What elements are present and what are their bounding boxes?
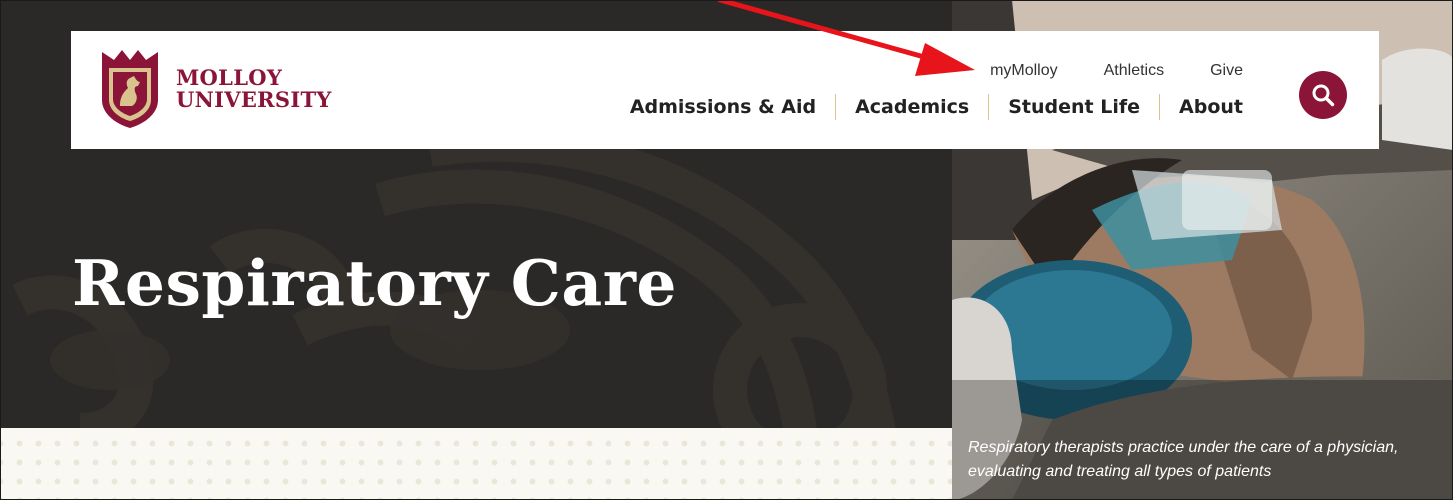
nav-item-admissions-aid[interactable]: Admissions & Aid <box>611 94 835 120</box>
utility-link-athletics[interactable]: Athletics <box>1104 62 1164 80</box>
utility-link-mymolloy[interactable]: myMolloy <box>990 62 1058 80</box>
university-shield-icon <box>102 50 158 128</box>
nav-item-academics[interactable]: Academics <box>835 94 988 120</box>
university-logo-link[interactable]: MOLLOY UNIVERSITY <box>100 48 332 130</box>
main-nav: Admissions & Aid Academics Student Life … <box>611 94 1243 120</box>
dotted-pattern-strip <box>0 428 952 500</box>
utility-nav: myMolloy Athletics Give <box>990 62 1243 80</box>
nav-item-about[interactable]: About <box>1159 94 1243 120</box>
wordmark-line-2: UNIVERSITY <box>176 87 332 112</box>
wordmark-line-1: MOLLOY <box>176 65 283 90</box>
photo-caption: Respiratory therapists practice under th… <box>968 439 1399 480</box>
page-title: Respiratory Care <box>72 246 677 320</box>
utility-link-give[interactable]: Give <box>1210 62 1243 80</box>
search-icon <box>1312 84 1335 107</box>
site-header: MOLLOY UNIVERSITY myMolloy Athletics Giv… <box>71 31 1379 149</box>
university-wordmark: MOLLOY UNIVERSITY <box>176 67 332 111</box>
search-button[interactable] <box>1299 71 1347 119</box>
nav-item-student-life[interactable]: Student Life <box>988 94 1159 120</box>
